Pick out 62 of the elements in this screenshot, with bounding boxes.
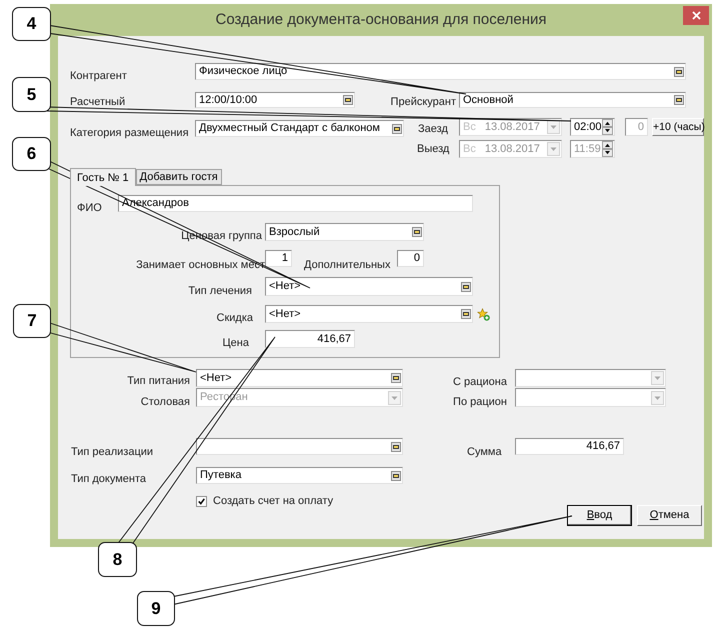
field-label: Тип реализации xyxy=(71,445,154,459)
select-field[interactable]: Путевка xyxy=(196,467,403,484)
time-field[interactable]: 02:00 xyxy=(570,118,615,136)
callout-number: 7 xyxy=(13,304,51,338)
field-label: Тип лечения xyxy=(188,284,252,298)
square-icon[interactable] xyxy=(391,470,401,480)
square-icon[interactable] xyxy=(392,124,402,134)
select-field[interactable]: 12:00/10:00 xyxy=(195,92,355,108)
square-icon[interactable] xyxy=(343,95,353,105)
field-label: Дополнительных xyxy=(304,258,390,272)
field-label: С рациона xyxy=(453,375,507,389)
field-label: Цена xyxy=(222,336,249,350)
field-label: ФИО xyxy=(77,201,102,215)
tab[interactable]: Добавить гостя xyxy=(136,169,222,185)
number-field[interactable]: 1 xyxy=(265,250,292,267)
square-icon[interactable] xyxy=(391,442,401,452)
field-label: Скидка xyxy=(216,311,253,325)
callout-number: 8 xyxy=(98,542,137,577)
field-label: Тип питания xyxy=(127,374,190,388)
select-field[interactable] xyxy=(196,438,403,455)
dialog-button[interactable]: Ввод xyxy=(567,505,632,526)
square-icon[interactable] xyxy=(461,309,471,319)
dialog-button[interactable]: Отмена xyxy=(637,505,702,526)
number-field[interactable]: 0 xyxy=(397,250,424,267)
field-label: Контрагент xyxy=(70,69,127,83)
field-label: Выезд xyxy=(417,142,450,156)
select-field[interactable]: <Нет> xyxy=(196,369,403,387)
select-field[interactable]: Взрослый xyxy=(265,223,424,241)
close-icon xyxy=(692,11,700,20)
square-icon[interactable] xyxy=(391,373,401,383)
field-label: По рацион xyxy=(453,395,507,409)
field-label: Прейскурант xyxy=(390,95,456,109)
field-label: Тип документа xyxy=(71,472,146,486)
select-field[interactable]: <Нет> xyxy=(265,277,473,296)
timezone-button[interactable]: +10 (часы) xyxy=(652,118,704,136)
select-field[interactable]: Двухместный Стандарт с балконом xyxy=(195,120,404,137)
callout-number: 6 xyxy=(12,137,51,171)
field-label: Столовая xyxy=(140,395,190,409)
star-plus-icon[interactable] xyxy=(477,308,490,321)
select-field[interactable]: <Нет> xyxy=(265,305,473,323)
close-button[interactable] xyxy=(683,6,709,25)
callout-number: 5 xyxy=(12,77,51,112)
field-label: Расчетный xyxy=(70,95,126,109)
number-field[interactable]: 416,67 xyxy=(515,438,624,455)
field-label: Сумма xyxy=(467,445,502,459)
square-icon[interactable] xyxy=(674,66,684,76)
window-title: Создание документа-основания для поселения xyxy=(215,10,546,30)
field-label: Создать счет на оплату xyxy=(213,494,334,508)
callout-number: 9 xyxy=(137,591,175,626)
square-icon[interactable] xyxy=(461,282,471,292)
field-label: Заезд xyxy=(418,122,448,136)
square-icon[interactable] xyxy=(412,227,422,237)
callout-number: 4 xyxy=(12,7,51,41)
select-field[interactable]: Основной xyxy=(459,92,686,108)
up-down-arrows-icon[interactable] xyxy=(602,119,613,135)
tab[interactable]: Гость № 1 xyxy=(70,168,136,186)
number-field[interactable]: 416,67 xyxy=(265,330,355,348)
checkbox[interactable] xyxy=(196,496,207,507)
field-label: Категория размещения xyxy=(70,126,189,140)
select-field[interactable]: Физическое лицо xyxy=(195,63,686,80)
square-icon[interactable] xyxy=(674,95,684,105)
checkmark-icon xyxy=(198,498,205,505)
